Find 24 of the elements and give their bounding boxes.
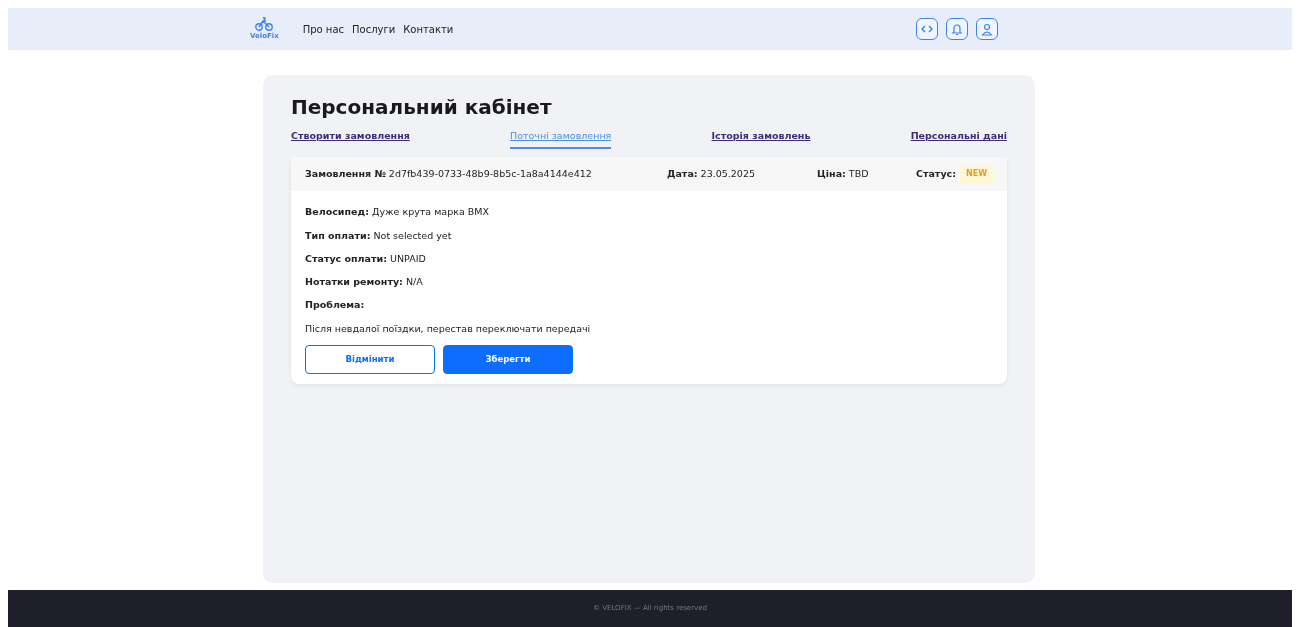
page-title: Персональний кабінет	[291, 95, 553, 119]
order-number: Замовлення № 2d7fb439-0733-48b9-8b5c-1a8a4144e412	[305, 167, 593, 182]
cancel-button[interactable]: Відмінити	[305, 344, 435, 374]
order-date: Дата: 23.05.2025	[667, 167, 756, 182]
detail-text: Велосипед: Дуже крута марка BMX	[305, 205, 490, 220]
tab[interactable]: Створити замовлення	[291, 129, 410, 150]
user-icon[interactable]	[976, 18, 998, 40]
save-button[interactable]: Зберегти	[443, 344, 573, 374]
problem-text: Після невдалої поїздки, перестав переключати передачі	[305, 321, 592, 336]
order-price: Ціна: TBD	[817, 167, 869, 182]
detail-text: Статус оплати: UNPAID	[305, 251, 427, 266]
detail-text: Тип оплати: Not selected yet	[305, 228, 453, 243]
nav-link[interactable]: Про нас	[302, 21, 344, 37]
problem-label: Проблема:	[305, 298, 366, 313]
status-label: Статус:	[916, 167, 956, 182]
status-badge: NEW	[960, 165, 993, 184]
nav-link[interactable]: Послуги	[352, 21, 396, 37]
bell-icon[interactable]	[946, 18, 968, 40]
code-icon[interactable]	[916, 18, 938, 40]
tab[interactable]: Історія замовлень	[711, 129, 811, 150]
detail-text: Нотатки ремонту: N/A	[305, 275, 424, 289]
bicycle-icon	[255, 16, 274, 31]
tab[interactable]: Персональні дані	[910, 129, 1007, 150]
nav-link[interactable]: Контакти	[403, 21, 454, 37]
